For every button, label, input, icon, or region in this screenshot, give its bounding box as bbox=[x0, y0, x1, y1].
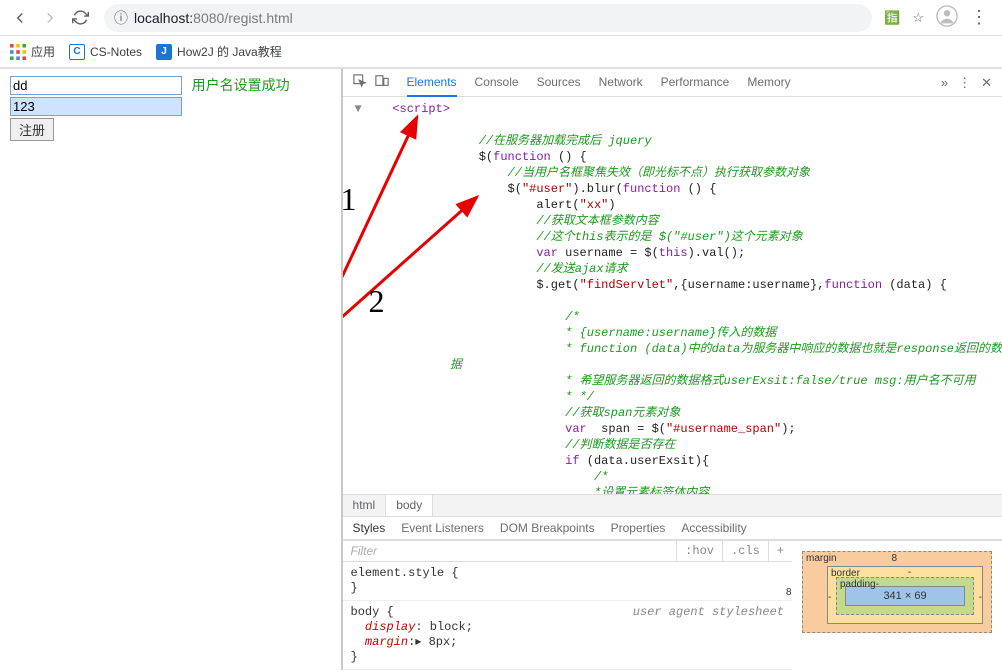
callout-2: 2 bbox=[369, 293, 385, 309]
code-line: //在服务器加载完成后 jquery bbox=[355, 133, 1002, 149]
code-line: var span = $("#username_span"); bbox=[355, 421, 1002, 437]
back-icon[interactable] bbox=[8, 6, 32, 30]
info-icon: ⓘ bbox=[114, 8, 128, 28]
devtools-tab-sources[interactable]: Sources bbox=[537, 69, 581, 97]
code-line: /* bbox=[355, 469, 1002, 485]
star-icon[interactable]: ☆ bbox=[912, 10, 924, 26]
devtools-tab-network[interactable]: Network bbox=[599, 69, 643, 97]
breadcrumb-html[interactable]: html bbox=[343, 495, 387, 516]
styles-pane: Filter :hov .cls + element.style { } use… bbox=[343, 541, 792, 670]
username-status-msg: 用户名设置成功 bbox=[186, 77, 290, 93]
devtools-tab-elements[interactable]: Elements bbox=[407, 69, 457, 97]
code-line: ▼ <script> bbox=[355, 101, 1002, 117]
red-arrow-2 bbox=[343, 192, 487, 322]
styles-tab-event-listeners[interactable]: Event Listeners bbox=[401, 521, 484, 535]
breadcrumb-bar: htmlbody bbox=[343, 494, 1002, 516]
bookmark-how2j[interactable]: JHow2J 的 Java教程 bbox=[156, 43, 282, 60]
code-line: * */ bbox=[355, 389, 1002, 405]
cs-badge-icon: C bbox=[69, 44, 85, 60]
box-model-diagram: margin 8 8 8 border - padding- - - 341 ×… bbox=[792, 541, 1002, 670]
callout-1: 1 bbox=[343, 191, 357, 207]
code-line: 据 bbox=[355, 357, 1002, 373]
address-bar[interactable]: ⓘ localhost:8080/regist.html bbox=[104, 4, 872, 32]
apps-icon bbox=[10, 44, 26, 60]
breadcrumb-body[interactable]: body bbox=[386, 495, 433, 516]
styles-tab-styles[interactable]: Styles bbox=[353, 521, 386, 535]
code-line: * function (data)中的data为服务器中响应的数据也就是resp… bbox=[355, 341, 1002, 357]
translate-icon[interactable]: 🈯 bbox=[884, 10, 900, 26]
inspect-icon[interactable] bbox=[353, 74, 367, 91]
code-line: * {username:username}传入的数据 bbox=[355, 325, 1002, 341]
bookmarks-bar: 应用 CCS-Notes JHow2J 的 Java教程 bbox=[0, 36, 1002, 68]
body-style-block[interactable]: user agent stylesheet body { display: bl… bbox=[343, 601, 792, 670]
bookmark-cs-notes[interactable]: CCS-Notes bbox=[69, 44, 142, 60]
styles-tabs: Styles Event Listeners DOM Breakpoints Prop… bbox=[343, 516, 1002, 540]
code-line: //获取span元素对象 bbox=[355, 405, 1002, 421]
hov-toggle[interactable]: :hov bbox=[676, 541, 722, 561]
code-line: //当用户名框聚焦失效（即光标不点）执行获取参数对象 bbox=[355, 165, 1002, 181]
devtools-tabs: Elements Console Sources Network Performance… bbox=[399, 69, 931, 97]
forward-icon[interactable] bbox=[38, 6, 62, 30]
profile-icon[interactable] bbox=[936, 5, 958, 30]
reload-icon[interactable] bbox=[68, 6, 92, 30]
cls-toggle[interactable]: .cls bbox=[722, 541, 768, 561]
code-line: * 希望服务器返回的数据格式userExsit:false/true msg:用… bbox=[355, 373, 1002, 389]
devtools-tab-performance[interactable]: Performance bbox=[661, 69, 730, 97]
device-toggle-icon[interactable] bbox=[375, 74, 389, 91]
devtools-toolbar: Elements Console Sources Network Performance… bbox=[343, 69, 1002, 97]
menu-icon[interactable]: ⋮ bbox=[970, 7, 988, 28]
code-line bbox=[355, 117, 1002, 133]
submit-button[interactable]: 注册 bbox=[10, 118, 54, 141]
devtools-tab-memory[interactable]: Memory bbox=[747, 69, 790, 97]
page-content: 用户名设置成功 注册 bbox=[0, 69, 341, 670]
username-input[interactable] bbox=[10, 76, 182, 95]
devtools-panel: Elements Console Sources Network Performance… bbox=[341, 69, 1002, 670]
url-text: localhost:8080/regist.html bbox=[134, 10, 293, 26]
styles-tab-properties[interactable]: Properties bbox=[611, 521, 666, 535]
styles-tab-accessibility[interactable]: Accessibility bbox=[681, 521, 746, 535]
devtools-tab-console[interactable]: Console bbox=[475, 69, 519, 97]
more-tabs-icon[interactable]: » bbox=[941, 75, 948, 91]
styles-filter-input[interactable]: Filter bbox=[343, 541, 677, 561]
code-line: *设置元素标签体内容 bbox=[355, 485, 1002, 494]
devtools-menu-icon[interactable]: ⋮ bbox=[958, 75, 971, 91]
browser-toolbar: ⓘ localhost:8080/regist.html 🈯 ☆ ⋮ bbox=[0, 0, 1002, 36]
styles-tab-dom-breakpoints[interactable]: DOM Breakpoints bbox=[500, 521, 595, 535]
apps-shortcut[interactable]: 应用 bbox=[10, 43, 55, 60]
add-rule-button[interactable]: + bbox=[768, 541, 792, 561]
devtools-close-icon[interactable]: ✕ bbox=[981, 75, 992, 91]
elements-code-area[interactable]: ▼ <script> //在服务器加载完成后 jquery $(function… bbox=[343, 97, 1002, 494]
code-line: //判断数据是否存在 bbox=[355, 437, 1002, 453]
code-line: if (data.userExsit){ bbox=[355, 453, 1002, 469]
element-style-block[interactable]: element.style { } bbox=[343, 562, 792, 601]
password-input[interactable] bbox=[10, 97, 182, 116]
j-badge-icon: J bbox=[156, 44, 172, 60]
code-line: $(function () { bbox=[355, 149, 1002, 165]
